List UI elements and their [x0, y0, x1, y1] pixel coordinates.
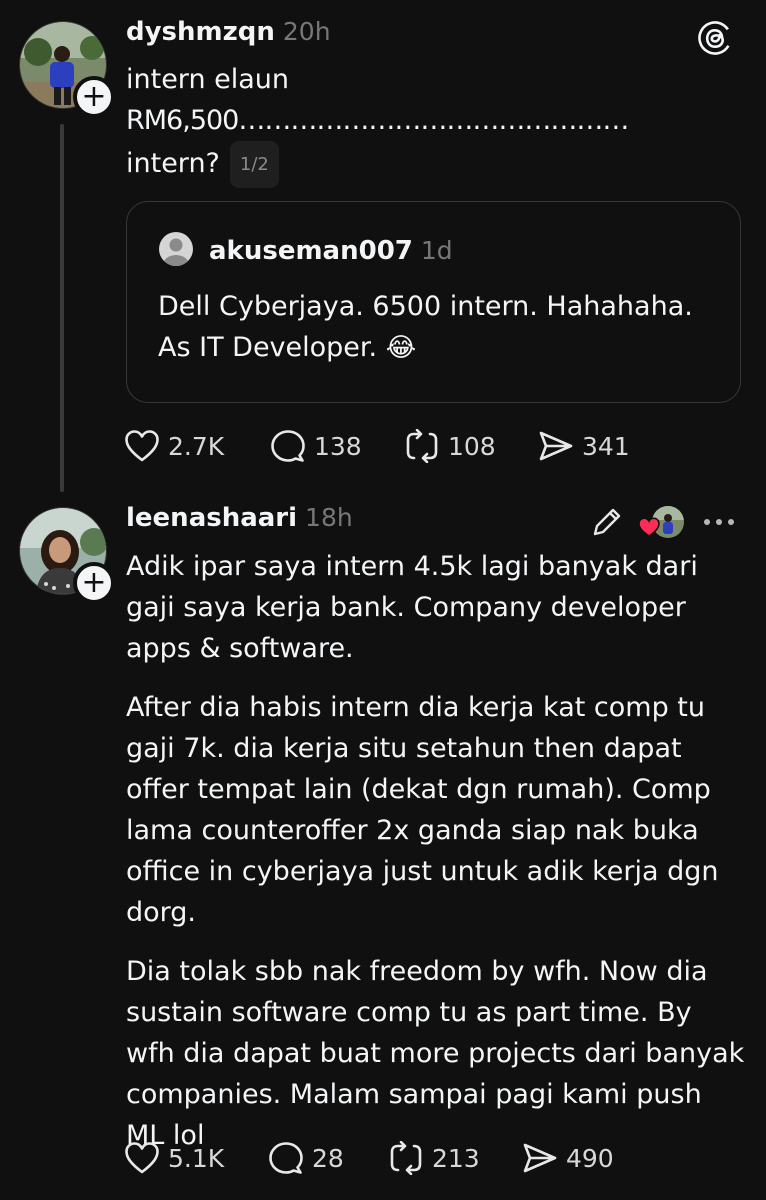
post1-text-line3-text: intern?: [126, 148, 220, 179]
post1-share-button[interactable]: 341: [538, 429, 630, 463]
post1-username[interactable]: dyshmzqn: [126, 17, 275, 47]
quote-text-line2-wrap: As IT Developer. 😂: [158, 327, 728, 369]
post1-text-line2: RM6,500………………………………………: [126, 105, 629, 136]
post1-text-line1: intern elaun: [126, 64, 290, 95]
post2-header: leenashaari 18h: [126, 503, 353, 533]
post2-reply-button[interactable]: 28: [268, 1141, 344, 1175]
post2-paragraph-2: After dia habis intern dia kerja kat com…: [126, 692, 719, 928]
post1-repost-button[interactable]: 108: [404, 429, 496, 463]
post1-share-count: 341: [582, 431, 630, 461]
quoted-post-card[interactable]: akuseman007 1d Dell Cyberjaya. 6500 inter…: [126, 201, 741, 403]
post1-like-count: 2.7K: [168, 431, 225, 461]
post1-like-button[interactable]: 2.7K: [124, 429, 224, 463]
repost-arrows-icon: [406, 429, 438, 463]
post1-reply-count: 138: [314, 431, 362, 461]
quote-header: akuseman007 1d: [209, 236, 453, 266]
post1-repost-count: 108: [448, 431, 496, 461]
post1-time: 20h: [282, 17, 331, 46]
post1-pager[interactable]: 1/2: [229, 141, 279, 188]
post2-paragraph-1: Adik ipar saya intern 4.5k lagi banyak d…: [126, 551, 698, 664]
paper-plane-icon: [523, 1143, 557, 1173]
post2-body: Adik ipar saya intern 4.5k lagi banyak d…: [126, 546, 746, 1174]
laughing-emoji: 😂: [385, 333, 417, 363]
threads-logo-icon[interactable]: [697, 20, 733, 60]
post1-body: intern elaun RM6,500……………………………………… inte…: [126, 59, 726, 188]
post2-repost-count: 213: [432, 1143, 480, 1173]
repost-arrows-icon: [390, 1141, 422, 1175]
heart-icon: [125, 1142, 159, 1174]
post2-share-button[interactable]: 490: [522, 1141, 614, 1175]
quote-avatar[interactable]: [159, 232, 193, 266]
ellipsis-icon[interactable]: [702, 510, 736, 538]
heart-icon: [125, 430, 159, 462]
post2-username[interactable]: leenashaari: [126, 503, 297, 533]
post2-like-count: 5.1K: [168, 1143, 225, 1173]
follow-plus-icon[interactable]: +: [73, 562, 115, 604]
quote-text-line1: Dell Cyberjaya. 6500 intern. Hahahaha.: [158, 291, 693, 322]
post1-header: dyshmzqn 20h: [126, 17, 331, 47]
post2-time: 18h: [305, 503, 353, 532]
post1-reply-button[interactable]: 138: [270, 429, 362, 463]
post2-paragraph-3: Dia tolak sbb nak freedom by wfh. Now di…: [126, 956, 745, 1151]
follow-plus-icon[interactable]: +: [73, 76, 115, 118]
quote-text-line2: As IT Developer.: [158, 332, 378, 363]
post2-like-button[interactable]: 5.1K: [124, 1141, 224, 1175]
speech-bubble-icon: [271, 430, 305, 462]
post2-reply-count: 28: [312, 1143, 344, 1173]
default-user-icon: [163, 238, 189, 266]
quote-time: 1d: [420, 236, 453, 265]
heart-icon: [638, 517, 660, 541]
paper-plane-icon: [539, 431, 573, 461]
post2-share-count: 490: [566, 1143, 614, 1173]
quote-body: Dell Cyberjaya. 6500 intern. Hahahaha. A…: [158, 286, 728, 369]
speech-bubble-icon: [269, 1142, 303, 1174]
post1-text-line3: intern? 1/2: [126, 141, 726, 188]
pencil-icon[interactable]: [590, 505, 624, 543]
post2-repost-button[interactable]: 213: [388, 1141, 480, 1175]
thread-connector-line: [60, 124, 64, 492]
quote-username[interactable]: akuseman007: [209, 236, 413, 266]
